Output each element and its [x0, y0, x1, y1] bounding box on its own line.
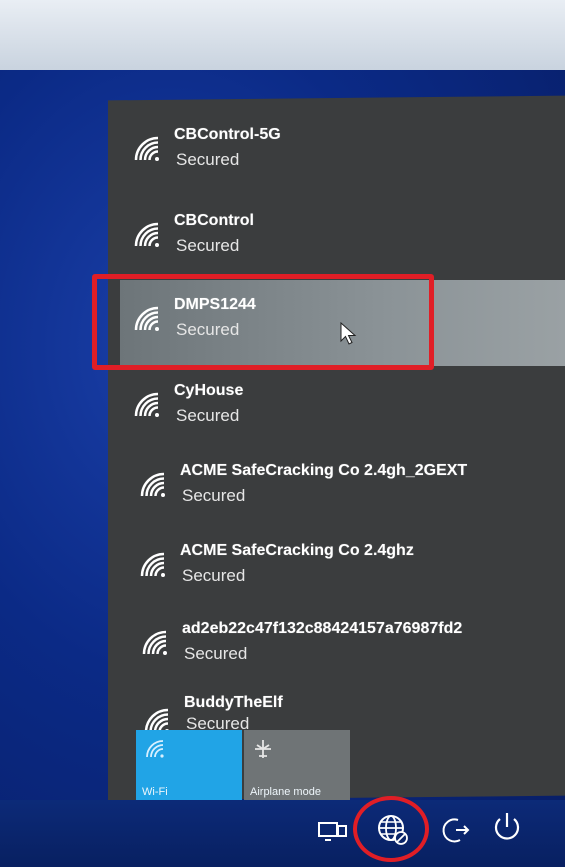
airplane-icon: [255, 740, 271, 758]
network-item-cyhouse[interactable]: CyHouse Secured: [120, 366, 565, 450]
network-item-ad2eb22c[interactable]: ad2eb22c47f132c88424157a76987fd2 Secured: [128, 604, 565, 688]
sleep-icon[interactable]: [438, 814, 472, 848]
highlight-circle: [353, 796, 429, 862]
network-status: Secured: [186, 714, 250, 730]
airplane-mode-tile[interactable]: Airplane mode: [244, 730, 350, 802]
wifi-signal-icon: [144, 708, 169, 730]
window-backdrop: [0, 0, 565, 70]
highlight-rectangle: [92, 274, 434, 370]
wifi-signal-icon: [134, 136, 159, 161]
network-ssid: ad2eb22c47f132c88424157a76987fd2: [182, 620, 463, 637]
network-status: Secured: [176, 150, 240, 169]
taskbar: [0, 800, 565, 867]
network-status: Secured: [184, 644, 248, 663]
wifi-signal-icon: [140, 552, 165, 577]
mouse-cursor-icon: [340, 322, 357, 345]
network-ssid: CyHouse: [174, 382, 244, 399]
wifi-signal-icon: [134, 392, 159, 417]
network-ssid: CBControl-5G: [174, 126, 281, 143]
network-item-acme-2-4ghz[interactable]: ACME SafeCracking Co 2.4ghz Secured: [126, 526, 565, 610]
network-status: Secured: [176, 236, 240, 255]
wifi-icon: [146, 740, 164, 758]
power-icon[interactable]: [490, 810, 524, 844]
network-ssid: ACME SafeCracking Co 2.4ghz: [180, 542, 414, 559]
network-status: Secured: [182, 566, 246, 585]
network-item-cbcontrol-5g[interactable]: CBControl-5G Secured: [120, 110, 565, 194]
wifi-signal-icon: [134, 222, 159, 247]
network-ssid: ACME SafeCracking Co 2.4gh_2GEXT: [180, 462, 468, 479]
wifi-signal-icon: [142, 630, 167, 655]
network-status: Secured: [182, 486, 246, 505]
network-ssid: BuddyTheElf: [184, 694, 283, 711]
wifi-tile-label: Wi-Fi: [142, 786, 168, 798]
network-item-cbcontrol[interactable]: CBControl Secured: [120, 196, 565, 280]
wifi-signal-icon: [140, 472, 165, 497]
wifi-toggle-tile[interactable]: Wi-Fi: [136, 730, 242, 802]
network-status: Secured: [176, 406, 240, 425]
project-display-icon[interactable]: [316, 814, 350, 848]
airplane-tile-label: Airplane mode: [250, 786, 321, 798]
network-item-acme-2gext[interactable]: ACME SafeCracking Co 2.4gh_2GEXT Secured: [126, 446, 565, 530]
network-item-buddytheelf[interactable]: BuddyTheElf Secured: [130, 682, 565, 730]
network-ssid: CBControl: [174, 212, 254, 229]
